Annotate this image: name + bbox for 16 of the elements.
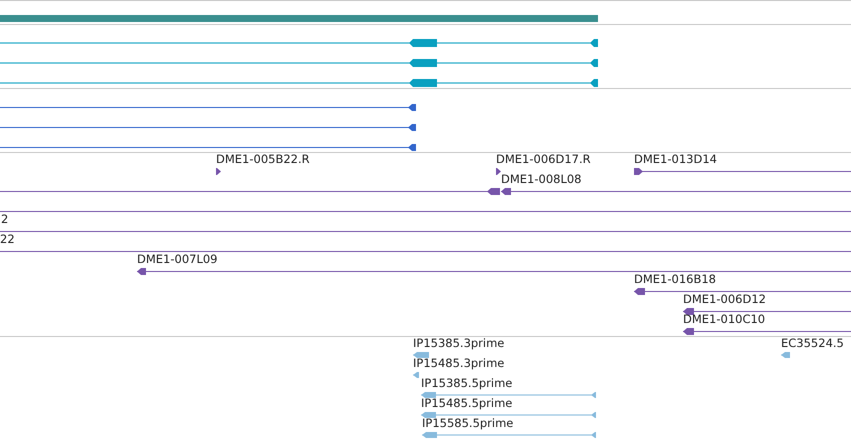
feature-label: IP15385.5prime <box>421 377 512 390</box>
feature-label: IP15485.3prime <box>413 357 504 370</box>
feature-label: IP15585.5prime <box>422 417 514 430</box>
feature-label: DME1-006D12 <box>683 293 766 306</box>
feature-label: 2 <box>1 213 8 226</box>
feature-label: DME1-007L09 <box>137 253 218 266</box>
feature-label: IP15385.3prime <box>413 337 504 350</box>
feature-label: DME1-013D14 <box>634 153 717 166</box>
feature-label: DME1-010C10 <box>683 313 766 326</box>
feature-label: DME1-016B18 <box>634 273 716 286</box>
feature-label: DME1-005B22.R <box>216 153 310 166</box>
feature-label: DME1-008L08 <box>501 173 582 186</box>
feature-label: 22 <box>0 233 15 246</box>
feature-label: DME1-006D17.R <box>496 153 591 166</box>
feature-label: EC35524.5 <box>781 337 844 350</box>
feature-label: IP15485.5prime <box>421 397 512 410</box>
